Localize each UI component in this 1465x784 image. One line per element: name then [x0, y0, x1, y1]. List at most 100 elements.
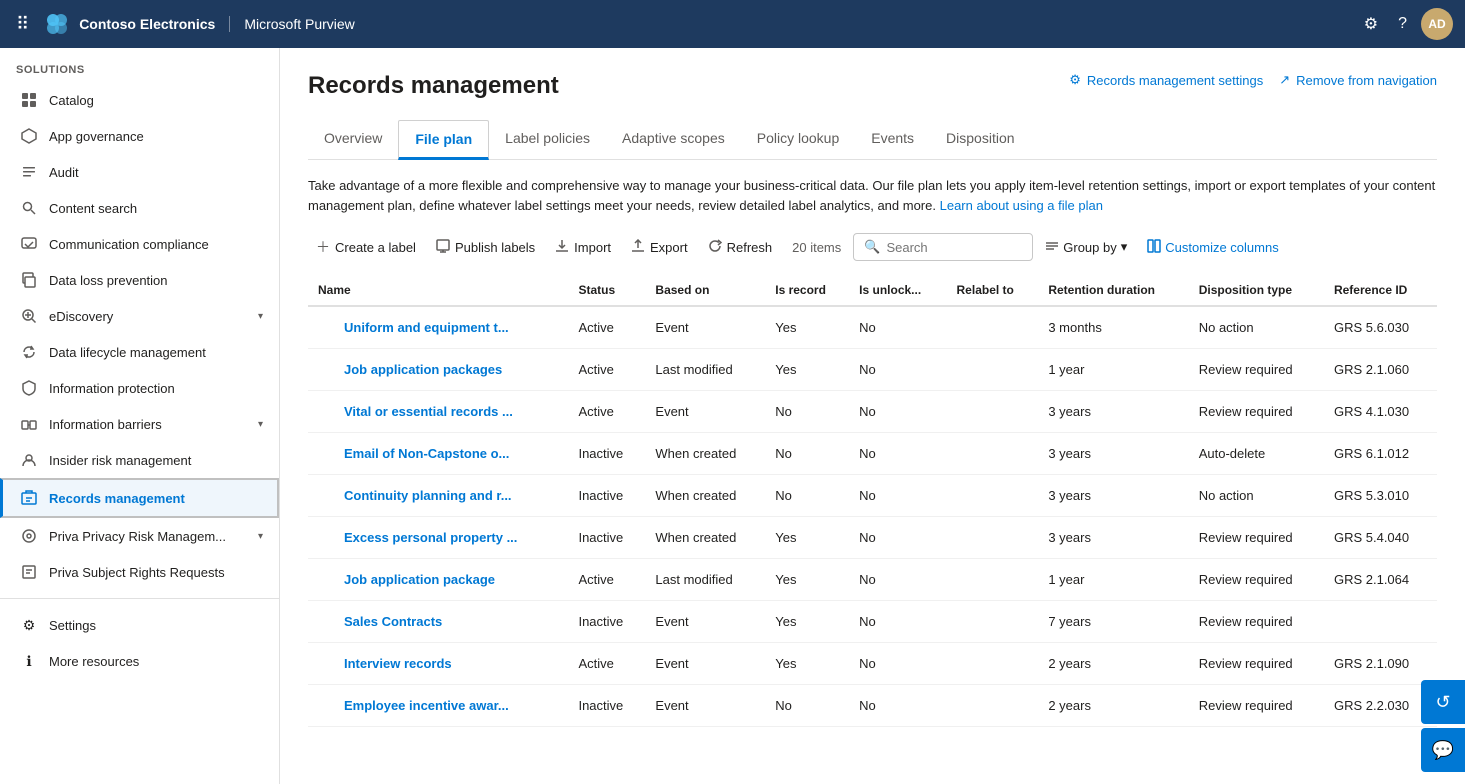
cell-status-6: Active: [568, 559, 645, 601]
import-btn[interactable]: Import: [547, 233, 619, 262]
cell-disposition-type-1: Review required: [1189, 349, 1324, 391]
sidebar-item-app-governance[interactable]: App governance: [0, 118, 279, 154]
settings-icon-btn[interactable]: ⚙: [1358, 8, 1384, 40]
cell-relabel-to-7: [947, 601, 1039, 643]
ediscovery-icon: [19, 306, 39, 326]
row-name-9[interactable]: Employee incentive awar...: [344, 698, 509, 713]
cell-retention-duration-7: 7 years: [1038, 601, 1188, 643]
row-name-0[interactable]: Uniform and equipment t...: [344, 320, 509, 335]
tab-disposition[interactable]: Disposition: [930, 120, 1030, 160]
tab-adaptive-scopes[interactable]: Adaptive scopes: [606, 120, 741, 160]
customize-columns-btn[interactable]: Customize columns: [1139, 234, 1286, 261]
toolbar: ＋ Create a label Publish labels Import: [308, 231, 1437, 263]
sidebar-item-communication-compliance[interactable]: Communication compliance: [0, 226, 279, 262]
avatar[interactable]: AD: [1421, 8, 1453, 40]
table-row: ⋮ Interview records Active Event Yes No …: [308, 643, 1437, 685]
search-icon: 🔍: [864, 239, 880, 255]
help-icon-btn[interactable]: ?: [1392, 9, 1413, 39]
tab-label-policies[interactable]: Label policies: [489, 120, 606, 160]
app-governance-label: App governance: [49, 129, 263, 144]
remove-nav-btn[interactable]: ↗ Remove from navigation: [1279, 72, 1437, 88]
fab-refresh[interactable]: ↺: [1421, 680, 1465, 724]
group-by-btn[interactable]: Group by ▾: [1037, 234, 1135, 261]
group-by-chevron: ▾: [1121, 239, 1128, 255]
cell-relabel-to-9: [947, 685, 1039, 727]
cell-retention-duration-9: 2 years: [1038, 685, 1188, 727]
cell-is-record-5: Yes: [765, 517, 849, 559]
sidebar-item-priva-privacy[interactable]: Priva Privacy Risk Managem... ▾: [0, 518, 279, 554]
brand-name: Contoso Electronics: [79, 16, 215, 32]
cell-relabel-to-2: [947, 391, 1039, 433]
cell-reference-id-8: GRS 2.1.090: [1324, 643, 1437, 685]
information-protection-icon: [19, 378, 39, 398]
search-input[interactable]: [886, 240, 1022, 255]
sidebar-item-settings[interactable]: ⚙ Settings: [0, 607, 279, 643]
export-icon: [631, 239, 645, 256]
create-label-label: Create a label: [335, 240, 416, 255]
page-header-actions: ⚙ Records management settings ↗ Remove f…: [1069, 72, 1437, 88]
sidebar-section-label: Solutions: [0, 48, 279, 82]
sidebar-item-priva-subject[interactable]: Priva Subject Rights Requests: [0, 554, 279, 590]
export-btn[interactable]: Export: [623, 233, 696, 262]
sidebar-item-information-protection[interactable]: Information protection: [0, 370, 279, 406]
cell-is-record-2: No: [765, 391, 849, 433]
row-name-5[interactable]: Excess personal property ...: [344, 530, 517, 545]
cell-relabel-to-4: [947, 475, 1039, 517]
publish-labels-btn[interactable]: Publish labels: [428, 233, 543, 262]
data-lifecycle-label: Data lifecycle management: [49, 345, 263, 360]
tab-file-plan[interactable]: File plan: [398, 120, 489, 160]
sidebar-item-data-loss-prevention[interactable]: Data loss prevention: [0, 262, 279, 298]
learn-link[interactable]: Learn about using a file plan: [940, 198, 1103, 213]
waffle-icon[interactable]: ⠿: [12, 10, 33, 39]
row-name-8[interactable]: Interview records: [344, 656, 452, 671]
rm-settings-btn[interactable]: ⚙ Records management settings: [1069, 72, 1263, 88]
tab-policy-lookup[interactable]: Policy lookup: [741, 120, 856, 160]
communication-compliance-label: Communication compliance: [49, 237, 263, 252]
cell-name-9: ⋮ Employee incentive awar...: [308, 685, 568, 727]
information-barriers-chevron: ▾: [258, 419, 263, 430]
cell-is-record-7: Yes: [765, 601, 849, 643]
page-header: Records management ⚙ Records management …: [308, 72, 1437, 100]
sidebar-item-catalog[interactable]: Catalog: [0, 82, 279, 118]
row-name-1[interactable]: Job application packages: [344, 362, 502, 377]
table-header-row: Name Status Based on Is record Is unlock…: [308, 275, 1437, 306]
row-name-7[interactable]: Sales Contracts: [344, 614, 442, 629]
cell-status-2: Active: [568, 391, 645, 433]
search-box[interactable]: 🔍: [853, 233, 1033, 261]
tabs-container: Overview File plan Label policies Adapti…: [308, 120, 1437, 160]
row-name-2[interactable]: Vital or essential records ...: [344, 404, 513, 419]
sidebar-item-data-lifecycle[interactable]: Data lifecycle management: [0, 334, 279, 370]
sidebar-item-ediscovery[interactable]: eDiscovery ▾: [0, 298, 279, 334]
communication-compliance-icon: [19, 234, 39, 254]
create-label-btn[interactable]: ＋ Create a label: [308, 231, 424, 263]
cell-status-0: Active: [568, 306, 645, 349]
fab-chat[interactable]: 💬: [1421, 728, 1465, 772]
cell-disposition-type-7: Review required: [1189, 601, 1324, 643]
cell-status-7: Inactive: [568, 601, 645, 643]
sidebar-item-records-management[interactable]: Records management: [0, 478, 279, 518]
col-status: Status: [568, 275, 645, 306]
sidebar-item-content-search[interactable]: Content search: [0, 190, 279, 226]
refresh-btn[interactable]: Refresh: [700, 233, 781, 262]
sidebar-item-more-resources[interactable]: ℹ More resources: [0, 643, 279, 679]
row-name-6[interactable]: Job application package: [344, 572, 495, 587]
row-name-3[interactable]: Email of Non-Capstone o...: [344, 446, 509, 461]
priva-subject-label: Priva Subject Rights Requests: [49, 565, 263, 580]
rm-settings-label: Records management settings: [1087, 73, 1263, 88]
refresh-label: Refresh: [727, 240, 773, 255]
tab-events[interactable]: Events: [855, 120, 930, 160]
cell-disposition-type-0: No action: [1189, 306, 1324, 349]
sidebar-item-audit[interactable]: Audit: [0, 154, 279, 190]
cell-relabel-to-1: [947, 349, 1039, 391]
tab-overview[interactable]: Overview: [308, 120, 398, 160]
cell-based-on-4: When created: [645, 475, 765, 517]
sidebar-item-insider-risk[interactable]: Insider risk management: [0, 442, 279, 478]
sidebar-divider-1: [0, 598, 279, 599]
priva-privacy-label: Priva Privacy Risk Managem...: [49, 529, 248, 544]
data-lifecycle-icon: [19, 342, 39, 362]
priva-privacy-chevron: ▾: [258, 531, 263, 542]
cell-status-8: Active: [568, 643, 645, 685]
remove-nav-label: Remove from navigation: [1296, 73, 1437, 88]
sidebar-item-information-barriers[interactable]: Information barriers ▾: [0, 406, 279, 442]
row-name-4[interactable]: Continuity planning and r...: [344, 488, 512, 503]
